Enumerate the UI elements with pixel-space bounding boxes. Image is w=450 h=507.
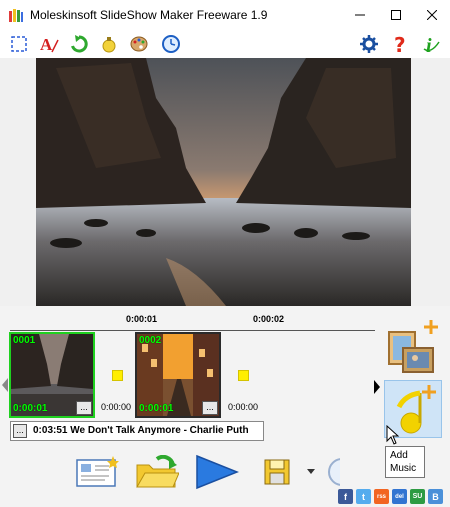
transition-marker[interactable]: [238, 370, 249, 381]
slide-item-1[interactable]: 0001 0:00:01 ...: [9, 332, 95, 418]
slide-duration: 0:00:01: [139, 403, 174, 414]
app-window: Moleskinsoft SlideShow Maker Freeware 1.…: [0, 0, 450, 507]
svg-text:?: ?: [394, 34, 406, 54]
new-project-button[interactable]: [74, 452, 120, 492]
slide-options-button[interactable]: ...: [202, 401, 218, 415]
clock-button[interactable]: [160, 33, 182, 55]
ruler-line: [10, 330, 375, 331]
add-photo-icon: [388, 320, 438, 373]
play-button[interactable]: [192, 452, 240, 492]
music-track[interactable]: ... 0:03:51 We Don't Talk Anymore - Char…: [10, 421, 264, 441]
rotate-icon: [71, 35, 88, 53]
info-button[interactable]: i: [420, 33, 442, 55]
open-project-icon: [136, 455, 179, 488]
help-button[interactable]: ?: [390, 33, 412, 55]
settings-button[interactable]: [358, 33, 380, 55]
effect-icon: [102, 37, 116, 53]
slide-duration: 0:00:01: [13, 403, 48, 414]
rotate-button[interactable]: [68, 33, 90, 55]
maximize-icon: [391, 10, 401, 20]
palette-button[interactable]: [128, 33, 150, 55]
ruler-label: 0:00:01: [126, 314, 158, 324]
slide-number: 0001: [13, 335, 36, 346]
save-dropdown-button[interactable]: [306, 452, 316, 492]
window-title: Moleskinsoft SlideShow Maker Freeware 1.…: [30, 8, 268, 22]
scroll-right-icon[interactable]: [374, 380, 380, 394]
time-ruler: 0:00:01 0:00:02: [10, 312, 375, 334]
slide-preview: [36, 58, 411, 306]
slide-options-button[interactable]: ...: [76, 401, 92, 415]
dropdown-icon: [307, 469, 315, 474]
save-icon: [264, 459, 290, 485]
rss-icon[interactable]: rss: [374, 489, 389, 504]
preview-photo: [36, 58, 411, 306]
add-music-tooltip: Add Music: [385, 446, 425, 478]
minimize-button[interactable]: [342, 0, 378, 30]
select-button[interactable]: [8, 33, 30, 55]
globe-icon: [328, 458, 340, 486]
effect-button[interactable]: [98, 33, 120, 55]
palette-icon: [130, 36, 148, 52]
mouse-cursor-icon: [386, 425, 400, 445]
twitter-icon[interactable]: t: [356, 489, 371, 504]
slide-number: 0002: [139, 335, 162, 346]
info-icon: i: [423, 35, 440, 54]
transition-duration: 0:00:00: [228, 402, 259, 412]
app-logo-icon: [9, 9, 23, 22]
maximize-button[interactable]: [378, 0, 414, 30]
text-icon: A: [40, 35, 59, 54]
minimize-icon: [355, 14, 365, 16]
close-icon: [427, 10, 437, 20]
stumbleupon-icon[interactable]: SU: [410, 489, 425, 504]
tooltip-line: Music: [390, 463, 417, 474]
transition-duration: 0:00:00: [101, 402, 132, 412]
save-button[interactable]: [260, 452, 294, 492]
tooltip-line: Add: [390, 450, 408, 461]
music-options-button[interactable]: ...: [13, 424, 27, 438]
play-icon: [196, 454, 239, 490]
slide-item-2[interactable]: 0002 0:00:01 ...: [135, 332, 221, 418]
ruler-label: 0:00:02: [253, 314, 285, 324]
extra-button[interactable]: [326, 452, 340, 492]
music-track-label: 0:03:51 We Don't Talk Anymore - Charlie …: [33, 425, 249, 436]
text-button[interactable]: A: [38, 33, 60, 55]
svg-text:A: A: [40, 35, 53, 54]
clock-icon: [162, 35, 180, 53]
settings-icon: [360, 35, 378, 53]
scroll-left-icon[interactable]: [2, 378, 8, 392]
transition-marker[interactable]: [112, 370, 123, 381]
facebook-icon[interactable]: f: [338, 489, 353, 504]
open-project-button[interactable]: [134, 452, 180, 492]
blogger-icon[interactable]: B: [428, 489, 443, 504]
delicious-icon[interactable]: del: [392, 489, 407, 504]
help-icon: ?: [394, 34, 406, 54]
close-button[interactable]: [414, 0, 450, 30]
add-photo-button[interactable]: [385, 318, 443, 376]
select-icon: [11, 36, 27, 52]
toolbar: A ? i: [0, 30, 450, 58]
new-project-icon: [76, 456, 119, 487]
title-bar: Moleskinsoft SlideShow Maker Freeware 1.…: [0, 0, 450, 30]
